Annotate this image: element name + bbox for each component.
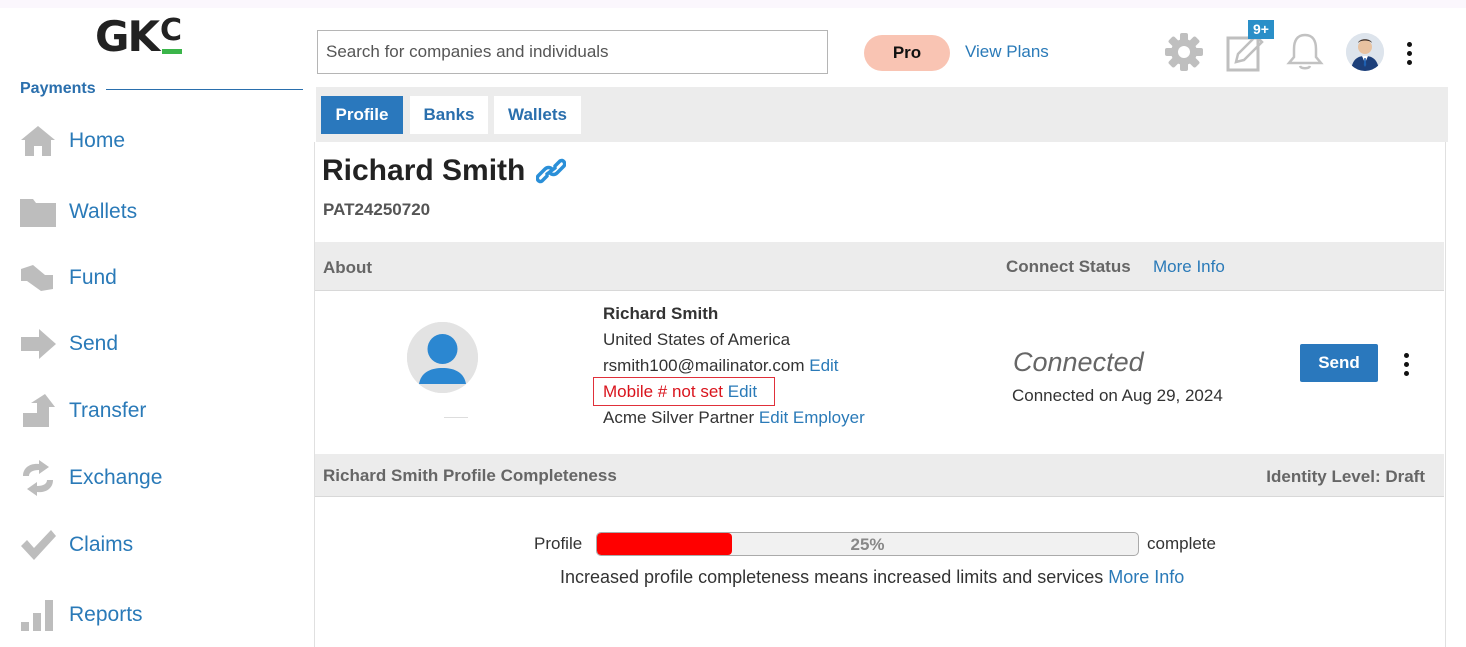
sidebar-item-wallets[interactable]: Wallets [18,192,137,232]
sidebar-item-label: Send [69,332,119,355]
sidebar-item-exchange[interactable]: Exchange [18,458,162,498]
edit-mobile-link[interactable]: Edit [728,382,757,401]
detail-employer-row: Acme Silver Partner Edit Employer [603,408,865,428]
sidebar-item-label: Transfer [69,399,147,422]
about-header: About Connect Status More Info [315,242,1444,291]
connect-status-more-info-link[interactable]: More Info [1153,257,1225,277]
sidebar-section-title: Payments [20,80,96,97]
notes-count-badge: 9+ [1248,20,1274,39]
completeness-more-info-link[interactable]: More Info [1108,567,1184,587]
completeness-note: Increased profile completeness means inc… [560,567,1104,587]
profile-id: PAT24250720 [323,200,431,219]
edit-employer-link[interactable]: Edit Employer [759,408,865,427]
sidebar-item-label: Fund [69,266,117,289]
sidebar-item-label: Wallets [69,200,138,223]
tab-banks[interactable]: Banks [410,96,488,134]
profile-progress-bar: 25% [596,532,1139,556]
sidebar-item-label: Claims [69,533,134,556]
sidebar-item-home[interactable]: Home [18,121,125,161]
progress-percent: 25% [850,535,885,554]
detail-name: Richard Smith [603,304,719,323]
sidebar-item-fund[interactable]: Fund [18,258,117,298]
send-arrow-icon [18,326,58,362]
mobile-not-set-text: Mobile # not set [603,382,724,401]
sidebar-item-label: Exchange [69,466,163,489]
avatar-divider [444,417,468,418]
more-vertical-icon[interactable] [1404,353,1410,380]
detail-employer: Acme Silver Partner [603,408,755,427]
completeness-note-row: Increased profile completeness means inc… [560,567,1184,588]
tabs-bar: Profile Banks Wallets [316,87,1448,142]
link-icon[interactable] [535,157,567,190]
home-icon [18,123,58,159]
tab-wallets[interactable]: Wallets [494,96,581,134]
logo-superscript: C [160,13,183,54]
user-avatar[interactable] [1346,33,1384,71]
profile-avatar[interactable] [407,322,478,393]
fund-icon [18,260,58,296]
checkmark-icon [18,527,58,563]
sidebar-item-claims[interactable]: Claims [18,525,133,565]
completeness-title: Richard Smith Profile Completeness [323,466,617,485]
about-label: About [323,258,373,277]
connect-status-label: Connect Status [1006,257,1131,276]
bell-icon[interactable] [1286,31,1324,76]
sidebar-item-transfer[interactable]: Transfer [18,391,146,431]
sidebar-section-header: Payments [20,80,303,98]
identity-level: Identity Level: Draft [1266,467,1425,486]
detail-country: United States of America [603,330,791,349]
sidebar-item-label: Home [69,129,126,152]
detail-email: rsmith100@mailinator.com [603,356,805,375]
transfer-arrow-icon [18,393,58,429]
gkc-logo[interactable]: GK C [95,12,183,61]
sidebar-item-reports[interactable]: Reports [18,595,143,635]
gear-icon[interactable] [1164,32,1204,77]
sidebar-item-send[interactable]: Send [18,324,118,364]
logo-text: GK [95,12,160,61]
pro-plan-badge[interactable]: Pro [864,35,950,71]
edit-email-link[interactable]: Edit [809,356,838,375]
progress-complete-label: complete [1147,534,1216,553]
section-divider [105,88,303,90]
detail-email-row: rsmith100@mailinator.com Edit [603,356,839,376]
tab-profile[interactable]: Profile [321,96,403,134]
folder-icon [18,194,58,230]
completeness-header: Richard Smith Profile Completeness Ident… [315,454,1444,497]
connection-status: Connected [1013,347,1144,377]
page-title: Richard Smith [322,154,526,187]
send-button[interactable]: Send [1300,344,1378,382]
sidebar-item-label: Reports [69,603,143,626]
search-input[interactable] [317,30,828,74]
bar-chart-icon [18,597,58,633]
view-plans-link[interactable]: View Plans [965,42,1049,62]
progress-label: Profile [534,534,583,553]
exchange-icon [18,460,58,496]
detail-mobile-row: Mobile # not set Edit [603,382,757,402]
more-vertical-icon[interactable] [1407,42,1413,69]
connected-on-date: Connected on Aug 29, 2024 [1012,386,1223,405]
top-strip [0,0,1466,8]
